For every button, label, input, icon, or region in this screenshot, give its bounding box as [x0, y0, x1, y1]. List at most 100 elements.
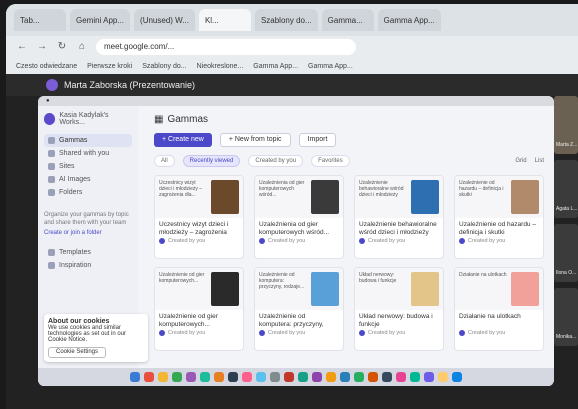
new-from-topic-button[interactable]: + New from topic: [219, 133, 291, 147]
browser-tab[interactable]: Gamma...: [321, 9, 374, 31]
dock-app-icon[interactable]: [452, 372, 462, 382]
sidebar-item-folders[interactable]: Folders: [44, 186, 132, 199]
card-thumbnail: Uzależnienie behawioralne wśród dzieci i…: [355, 176, 443, 218]
browser-tab[interactable]: Tab...: [14, 9, 66, 31]
cookie-settings-button[interactable]: Cookie Settings: [48, 347, 106, 358]
view-grid-toggle[interactable]: Grid: [515, 158, 526, 164]
bookmark[interactable]: Gamma App...: [308, 63, 353, 70]
bookmark[interactable]: Nieokreslone...: [197, 63, 244, 70]
participant-tile[interactable]: Agata L...: [554, 160, 578, 218]
thumbnail-image: [211, 180, 239, 214]
dock-app-icon[interactable]: [354, 372, 364, 382]
grid-icon: [48, 137, 55, 144]
dock-app-icon[interactable]: [214, 372, 224, 382]
participant-name: Agata L...: [556, 206, 578, 212]
sidebar-item-sites[interactable]: Sites: [44, 160, 132, 173]
sidebar-item-gammas[interactable]: Gammas: [44, 134, 132, 147]
dock-app-icon[interactable]: [438, 372, 448, 382]
dock-app-icon[interactable]: [200, 372, 210, 382]
import-button[interactable]: Import: [298, 133, 337, 147]
sidebar-item-inspiration[interactable]: Inspiration: [44, 259, 132, 272]
bookmark[interactable]: Gamma App...: [253, 63, 298, 70]
gamma-card[interactable]: Uzależnienie behawioralne wśród dzieci i…: [354, 175, 444, 259]
gamma-card[interactable]: Uzależnienie od gier komputerowych... Uza…: [154, 267, 244, 351]
sidebar-item-label: Folders: [59, 189, 83, 196]
filter-created[interactable]: Created by you: [248, 155, 304, 167]
bookmark[interactable]: Szablony do...: [142, 63, 186, 70]
image-icon: [48, 176, 55, 183]
gamma-card[interactable]: Uzależnienie od hazardu – definicja i sk…: [454, 175, 544, 259]
action-bar: + Create new + New from topic Import: [154, 133, 544, 147]
forward-icon[interactable]: →: [36, 41, 48, 53]
browser-tab[interactable]: Gemini App...: [70, 9, 131, 31]
dock-app-icon[interactable]: [298, 372, 308, 382]
dock-app-icon[interactable]: [340, 372, 350, 382]
dock-app-icon[interactable]: [410, 372, 420, 382]
dock-app-icon[interactable]: [382, 372, 392, 382]
bookmark[interactable]: Czesto odwiedzane: [16, 63, 77, 70]
browser-tab[interactable]: Gamma App...: [377, 9, 441, 31]
gamma-card[interactable]: Układ nerwowy: budowa i funkcje Układ ner…: [354, 267, 444, 351]
browser-tab[interactable]: Kl...: [198, 9, 251, 31]
dock-app-icon[interactable]: [326, 372, 336, 382]
filter-all[interactable]: All: [154, 155, 175, 167]
dock-app-icon[interactable]: [368, 372, 378, 382]
card-thumbnail: Uzależnienie od gier komputerowych...: [155, 268, 243, 310]
card-title: Uzależnienie behawioralne wśród dzieci i…: [359, 221, 437, 236]
reload-icon[interactable]: ↻: [56, 41, 68, 53]
folders-hint: Organize your gammas by topic and share …: [44, 212, 129, 226]
card-meta-text: Created by you: [168, 330, 206, 336]
creator-avatar: [259, 238, 265, 244]
dock-app-icon[interactable]: [130, 372, 140, 382]
dock-app-icon[interactable]: [158, 372, 168, 382]
dock-app-icon[interactable]: [424, 372, 434, 382]
people-icon: [48, 150, 55, 157]
gamma-card[interactable]: Uzależnienia od gier komputerowych wśród…: [254, 175, 344, 259]
home-icon[interactable]: ⌂: [76, 41, 88, 53]
dock-app-icon[interactable]: [284, 372, 294, 382]
sidebar-item-label: Sites: [59, 163, 75, 170]
card-meta-text: Created by you: [468, 238, 506, 244]
card-meta-text: Created by you: [368, 330, 406, 336]
participant-tile[interactable]: Monika...: [554, 288, 578, 346]
dock-app-icon[interactable]: [228, 372, 238, 382]
sidebar-item-shared[interactable]: Shared with you: [44, 147, 132, 160]
bookmarks-bar: Czesto odwiedzane Pierwsze kroki Szablon…: [6, 58, 578, 74]
dock-app-icon[interactable]: [256, 372, 266, 382]
card-meta-text: Created by you: [468, 330, 506, 336]
dock-app-icon[interactable]: [186, 372, 196, 382]
dock-app-icon[interactable]: [312, 372, 322, 382]
card-title: Uzależnienie od hazardu – definicja i sk…: [459, 221, 536, 236]
address-bar[interactable]: meet.google.com/...: [96, 39, 356, 55]
participant-tile[interactable]: Ilona O...: [554, 224, 578, 282]
filter-favorites[interactable]: Favorites: [311, 155, 350, 167]
shared-screen: ● Kasia Kadylak's Works... Gammas Shared…: [38, 96, 554, 386]
dock-app-icon[interactable]: [242, 372, 252, 382]
cookie-text: We use cookies and similar technologies …: [48, 325, 127, 343]
card-thumbnail: Uczestnicy wizyt dzieci i młodzieży – za…: [155, 176, 243, 218]
apple-icon[interactable]: ●: [46, 98, 50, 104]
dock-app-icon[interactable]: [270, 372, 280, 382]
gamma-card[interactable]: Uzależnienie od komputera: przyczyny, ro…: [254, 267, 344, 351]
sidebar-item-ai-images[interactable]: AI Images: [44, 173, 132, 186]
create-folder-link[interactable]: Create or join a folder: [44, 230, 132, 236]
dock-app-icon[interactable]: [172, 372, 182, 382]
browser-tab[interactable]: Szablony do...: [254, 9, 318, 31]
card-meta: Created by you: [355, 328, 443, 338]
gamma-card[interactable]: Działanie na ulotkach Działanie na ulotka…: [454, 267, 544, 351]
view-list-toggle[interactable]: List: [535, 158, 544, 164]
workspace-switcher[interactable]: Kasia Kadylak's Works...: [44, 112, 132, 126]
create-new-button[interactable]: + Create new: [154, 133, 212, 147]
dock-app-icon[interactable]: [144, 372, 154, 382]
gamma-card[interactable]: Uczestnicy wizyt dzieci i młodzieży – za…: [154, 175, 244, 259]
dock-app-icon[interactable]: [396, 372, 406, 382]
participant-tile[interactable]: Marta Z...: [554, 96, 578, 154]
bookmark[interactable]: Pierwsze kroki: [87, 63, 132, 70]
browser-tab[interactable]: (Unused) W...: [134, 9, 195, 31]
sidebar-item-templates[interactable]: Templates: [44, 246, 132, 259]
filter-recent[interactable]: Recently viewed: [182, 155, 241, 167]
thumbnail-text: Uczestnicy wizyt dzieci i młodzieży – za…: [159, 180, 203, 198]
sidebar-item-label: Inspiration: [59, 262, 92, 269]
gamma-app: Kasia Kadylak's Works... Gammas Shared w…: [38, 106, 554, 368]
back-icon[interactable]: ←: [16, 41, 28, 53]
